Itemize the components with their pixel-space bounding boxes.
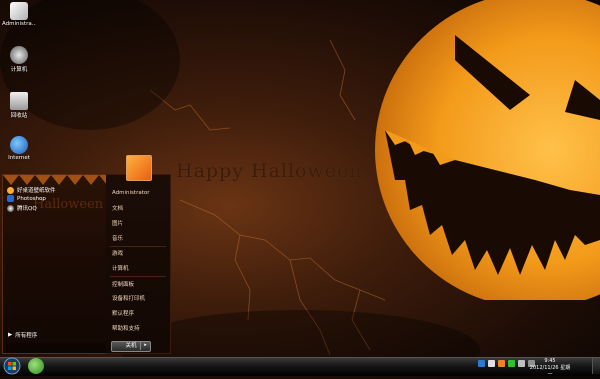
pumpkin-face-graphic [375,0,600,300]
start-menu-program-qq[interactable]: 腾讯QQ [7,204,37,212]
taskbar-clock[interactable]: 9:45 2012/11/26 星期一 [528,358,572,379]
taskbar-app-360-browser[interactable] [28,358,44,374]
clock-time: 9:45 [544,358,556,364]
start-menu-program-wallpaper[interactable]: 好桌道壁纸软件 [7,186,56,194]
computer-icon [10,46,28,64]
clock-date: 2012/11/26 星期一 [529,365,571,378]
desktop-icon-recycle-bin[interactable]: 回收站 [2,92,36,119]
all-programs-label: 所有程序 [15,333,38,339]
system-tray [478,360,535,367]
desktop-icon-label: Internet [8,155,30,161]
start-link-pictures[interactable]: 图片 [112,219,123,227]
start-link-music[interactable]: 音乐 [112,234,123,242]
start-link-games[interactable]: 游戏 [112,249,123,257]
tray-app-icon[interactable] [498,360,505,367]
start-link-documents[interactable]: 文档 [112,204,123,212]
internet-explorer-icon [10,136,28,154]
separator [110,276,166,277]
start-search-area[interactable] [6,343,108,353]
wallpaper-greeting: Happy Halloween [176,160,363,182]
shutdown-options-button[interactable]: ▸ [140,341,150,350]
arrow-right-icon: ▶ [8,332,13,338]
tray-app-icon[interactable] [478,360,485,367]
program-label: 腾讯QQ [17,206,37,212]
photoshop-icon [7,195,14,202]
network-icon[interactable] [518,360,525,367]
separator [110,246,166,247]
tray-app-icon[interactable] [508,360,515,367]
start-link-administrator[interactable]: Administrator [112,190,150,196]
tray-app-icon[interactable] [488,360,495,367]
desktop-icon-label: Administra... [2,21,36,27]
qq-icon [7,204,14,212]
start-link-help-support[interactable]: 帮助和支持 [112,324,140,332]
desktop-icon-label: 计算机 [10,67,28,73]
desktop-icon-computer[interactable]: 计算机 [2,46,36,73]
program-label: Photoshop [17,195,46,202]
user-folder-icon [10,2,28,20]
start-menu-left-pane: Halloween 好桌道壁纸软件 Photoshop 腾讯QQ ▶ 所有程序 [2,174,108,354]
all-programs-link[interactable]: ▶ 所有程序 [8,331,37,339]
wallpaper-app-icon [7,186,14,194]
desktop-icon-administrator[interactable]: Administra... [2,2,36,27]
user-avatar[interactable] [126,155,152,181]
start-menu-right-pane: Administrator 文档 图片 音乐 游戏 计算机 控制面板 设备和打印… [106,174,171,354]
shutdown-label: 关机 [125,343,137,349]
desktop-icon-label: 回收站 [10,113,28,119]
desktop-icon-internet[interactable]: Internet [2,136,36,161]
start-link-devices-printers[interactable]: 设备和打印机 [112,294,145,302]
show-desktop-button[interactable] [592,358,600,374]
start-button[interactable] [2,357,22,375]
program-label: 好桌道壁纸软件 [17,188,56,194]
recycle-bin-icon [10,92,28,110]
start-link-control-panel[interactable]: 控制面板 [112,280,134,288]
start-link-computer[interactable]: 计算机 [112,264,129,272]
start-menu-program-photoshop[interactable]: Photoshop [7,195,46,202]
start-link-default-programs[interactable]: 默认程序 [112,309,134,317]
start-menu: Halloween 好桌道壁纸软件 Photoshop 腾讯QQ ▶ 所有程序 … [0,170,172,357]
